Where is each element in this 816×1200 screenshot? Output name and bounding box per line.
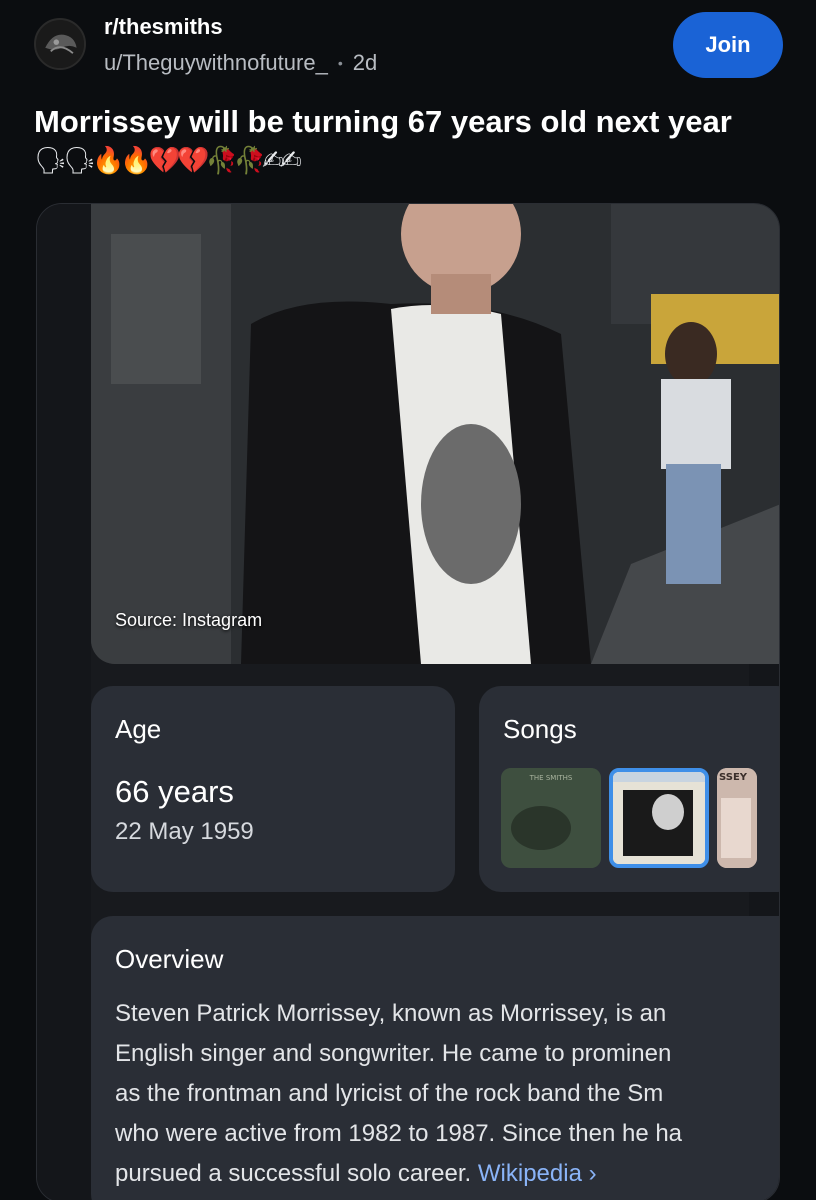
- morrissey-photo: Source: Instagram: [91, 204, 779, 664]
- photo-source-label: Source: Instagram: [115, 610, 263, 630]
- birth-date: 22 May 1959: [115, 818, 254, 845]
- overview-line: English singer and songwriter. He came t…: [115, 1040, 672, 1067]
- overview-line: as the frontman and lyricist of the rock…: [115, 1080, 664, 1107]
- subreddit-avatar[interactable]: [34, 18, 86, 70]
- overview-line-last: pursued a successful solo career. Wikipe…: [115, 1154, 747, 1194]
- join-button[interactable]: Join: [673, 12, 783, 78]
- post-age: 2d: [352, 50, 378, 75]
- thumb-text: SSEY: [719, 772, 748, 783]
- age-label: Age: [115, 714, 162, 744]
- songs-label: Songs: [503, 714, 577, 744]
- song-thumbnail[interactable]: [609, 768, 709, 868]
- overview-label: Overview: [115, 944, 224, 974]
- overview-panel[interactable]: Overview Steven Patrick Morrissey, known…: [91, 916, 779, 1200]
- post-title[interactable]: Morrissey will be turning 67 years old n…: [34, 102, 794, 142]
- wikipedia-link[interactable]: Wikipedia ›: [478, 1160, 597, 1187]
- post-title-emojis: 🗣🗣🔥🔥💔💔🥀🥀✍✍: [34, 146, 302, 176]
- overview-text: Steven Patrick Morrissey, known as Morri…: [115, 994, 779, 1194]
- thumb-text: THE SMITHS: [529, 774, 573, 782]
- meta-separator: •: [337, 55, 343, 71]
- age-panel[interactable]: Age 66 years 22 May 1959: [91, 686, 455, 892]
- songs-panel[interactable]: Songs THE SMITHS SSEY: [479, 686, 779, 892]
- post-image-card[interactable]: Source: Instagram Age 66 years 22 May 19…: [36, 203, 780, 1200]
- post-meta: u/Theguywithnofuture_ • 2d: [104, 50, 377, 76]
- overview-line: who were active from 1982 to 1987. Since…: [115, 1120, 683, 1147]
- card-left-edge: [37, 204, 91, 1200]
- song-thumbnail[interactable]: THE SMITHS: [501, 768, 601, 868]
- overview-line: pursued a successful solo career.: [115, 1160, 472, 1187]
- subreddit-name[interactable]: r/thesmiths: [104, 14, 223, 40]
- author-username[interactable]: u/Theguywithnofuture_: [104, 50, 328, 76]
- age-value: 66 years: [115, 774, 234, 809]
- overview-line: Steven Patrick Morrissey, known as Morri…: [115, 1000, 667, 1027]
- song-thumbnail[interactable]: SSEY: [717, 768, 757, 868]
